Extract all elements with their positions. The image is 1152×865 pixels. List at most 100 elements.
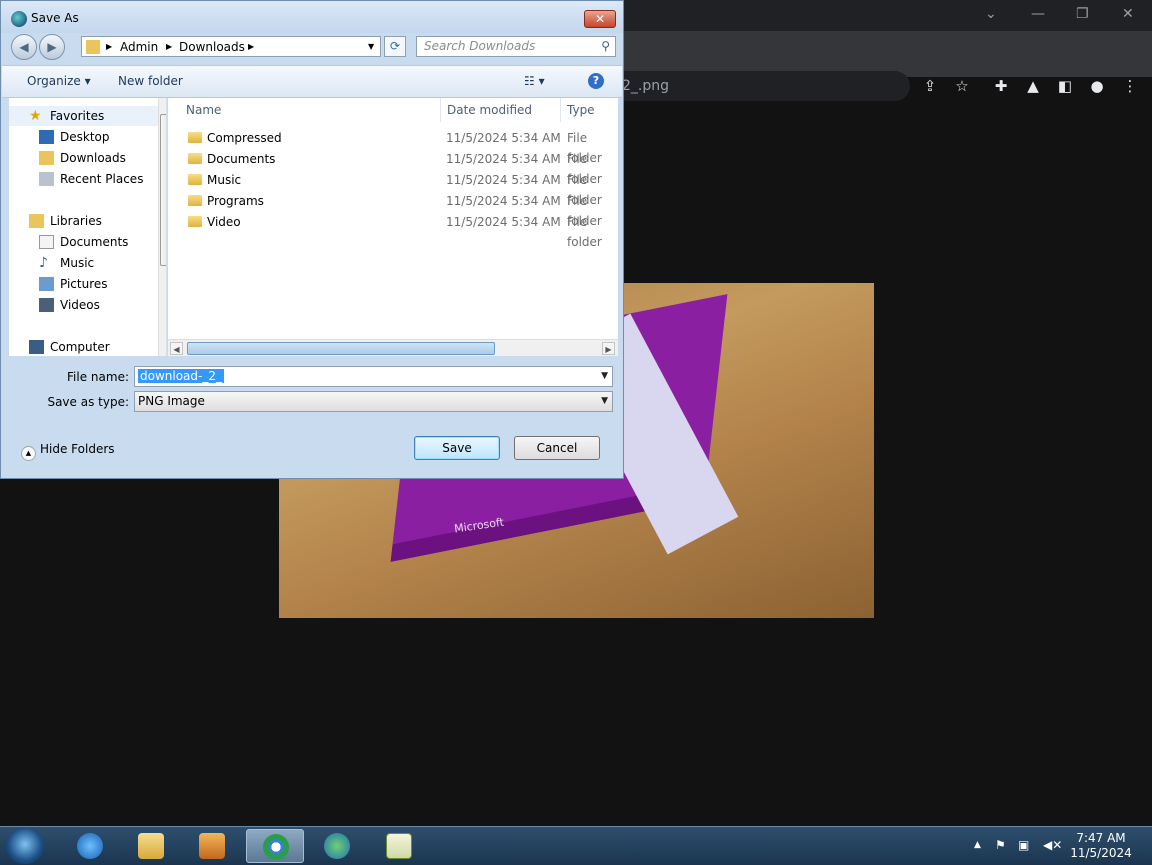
new-folder-button[interactable]: New folder bbox=[118, 74, 183, 88]
file-name-input[interactable]: download-_2_ ▼ bbox=[134, 366, 613, 387]
nav-scrollbar-thumb[interactable] bbox=[160, 114, 166, 266]
file-name: Programs bbox=[207, 194, 264, 208]
file-list: Name ˄ Date modified Type Compressed 11/… bbox=[168, 98, 618, 356]
music-icon: ♪ bbox=[39, 255, 48, 271]
scroll-right-icon[interactable]: ▶ bbox=[602, 342, 615, 355]
nav-item-label: Recent Places bbox=[60, 172, 144, 186]
search-placeholder: Search Downloads bbox=[424, 39, 536, 53]
nav-favorites-label: Favorites bbox=[50, 109, 105, 123]
column-header-name[interactable]: Name bbox=[186, 103, 221, 117]
chevron-right-icon[interactable]: ▶ bbox=[166, 42, 172, 51]
chrome-icon bbox=[263, 834, 289, 860]
chevron-right-icon[interactable]: ▶ bbox=[106, 42, 112, 51]
url-fragment: 2_.png bbox=[622, 78, 670, 94]
chevron-down-icon[interactable]: ⌄ bbox=[985, 6, 997, 22]
save-button[interactable]: Save bbox=[414, 436, 500, 460]
save-as-dialog: Save As ✕ ◀ ▶ ▶ Admin ▶ Downloads ▶ ▼ ⟳ … bbox=[0, 0, 624, 479]
organize-button[interactable]: Organize ▾ bbox=[27, 74, 91, 88]
address-bar[interactable]: 2_.png bbox=[600, 71, 910, 101]
folder-icon bbox=[188, 132, 202, 143]
nav-favorites[interactable]: ★ Favorites bbox=[9, 106, 158, 126]
star-icon: ★ bbox=[29, 108, 42, 124]
folder-icon bbox=[188, 195, 202, 206]
file-name-value: download-_2_ bbox=[138, 369, 224, 383]
chevron-right-icon[interactable]: ▶ bbox=[248, 42, 254, 51]
chevron-up-icon[interactable]: ▲ bbox=[974, 840, 981, 850]
file-name: Music bbox=[207, 173, 242, 187]
scroll-left-icon[interactable]: ◀ bbox=[170, 342, 183, 355]
breadcrumb[interactable]: ▶ Admin ▶ Downloads ▶ ▼ bbox=[81, 36, 381, 57]
command-bar: Organize ▾ New folder ☷ ▾ ? bbox=[2, 65, 622, 98]
taskbar-file-explorer[interactable] bbox=[122, 829, 180, 863]
nav-item-label: Pictures bbox=[60, 277, 108, 291]
forward-button[interactable]: ▶ bbox=[39, 34, 65, 60]
save-type-select[interactable]: PNG Image ▼ bbox=[134, 391, 613, 412]
computer-icon bbox=[29, 340, 44, 354]
column-divider[interactable] bbox=[440, 98, 441, 122]
file-type: File folder bbox=[567, 215, 602, 249]
navigation-pane: ★ Favorites Desktop Downloads Recent Pla… bbox=[9, 98, 167, 356]
breadcrumb-downloads[interactable]: Downloads bbox=[179, 40, 245, 54]
chevron-down-icon[interactable]: ▼ bbox=[601, 367, 608, 386]
scrollbar-thumb[interactable] bbox=[187, 342, 495, 355]
extensions-icon[interactable]: ✚ bbox=[991, 76, 1011, 96]
chart-notepad-icon bbox=[386, 833, 412, 859]
file-row[interactable]: Compressed 11/5/2024 5:34 AM File folder bbox=[168, 128, 618, 165]
nav-item-label: Documents bbox=[60, 235, 129, 249]
file-name: Video bbox=[207, 215, 241, 229]
start-button[interactable] bbox=[6, 828, 44, 864]
minimize-icon[interactable]: — bbox=[1031, 6, 1045, 22]
view-options-icon[interactable]: ☷ ▾ bbox=[524, 74, 545, 88]
file-date: 11/5/2024 5:34 AM bbox=[446, 215, 561, 229]
taskbar-media-player[interactable] bbox=[183, 829, 241, 863]
restore-icon[interactable]: ❐ bbox=[1076, 6, 1089, 22]
hide-folders-label: Hide Folders bbox=[40, 442, 115, 456]
column-header-date[interactable]: Date modified bbox=[447, 103, 532, 117]
back-button[interactable]: ◀ bbox=[11, 34, 37, 60]
file-row[interactable]: Video 11/5/2024 5:34 AM File folder bbox=[168, 212, 618, 249]
nav-scrollbar[interactable] bbox=[158, 98, 166, 356]
help-icon[interactable]: ? bbox=[588, 73, 604, 89]
file-row[interactable]: Music 11/5/2024 5:34 AM File folder bbox=[168, 170, 618, 207]
share-icon[interactable]: ⇪ bbox=[920, 76, 940, 96]
taskbar-download-manager[interactable] bbox=[308, 829, 366, 863]
chevron-down-icon[interactable]: ▼ bbox=[601, 392, 608, 411]
star-icon[interactable]: ☆ bbox=[952, 76, 972, 96]
hide-folders-button[interactable]: ▲ Hide Folders bbox=[21, 442, 115, 461]
taskbar-internet-explorer[interactable] bbox=[61, 829, 119, 863]
cancel-button[interactable]: Cancel bbox=[514, 436, 600, 460]
chevron-down-icon[interactable]: ▼ bbox=[368, 42, 374, 51]
file-name-label: File name: bbox=[67, 370, 129, 384]
folder-icon bbox=[188, 216, 202, 227]
file-row[interactable]: Programs 11/5/2024 5:34 AM File folder bbox=[168, 191, 618, 228]
taskbar-notepad-chart[interactable] bbox=[370, 829, 428, 863]
file-name: Documents bbox=[207, 152, 276, 166]
column-header-type[interactable]: Type bbox=[567, 103, 595, 117]
breadcrumb-admin[interactable]: Admin bbox=[120, 40, 158, 54]
dialog-close-button[interactable]: ✕ bbox=[584, 10, 616, 28]
search-input[interactable]: Search Downloads ⚲ bbox=[416, 36, 616, 57]
clock-date: 11/5/2024 bbox=[1070, 846, 1132, 860]
file-row[interactable]: Documents 11/5/2024 5:34 AM File folder bbox=[168, 149, 618, 186]
refresh-button[interactable]: ⟳ bbox=[384, 36, 406, 57]
dialog-titlebar[interactable]: Save As ✕ bbox=[1, 1, 623, 33]
system-clock[interactable]: 7:47 AM 11/5/2024 bbox=[1066, 831, 1136, 861]
search-icon: ⚲ bbox=[601, 39, 610, 53]
taskbar-chrome[interactable] bbox=[246, 829, 304, 863]
libraries-icon bbox=[29, 214, 44, 228]
file-list-scrollbar[interactable]: ◀ ▶ bbox=[168, 339, 618, 356]
close-icon[interactable]: ✕ bbox=[1122, 6, 1134, 22]
sort-up-icon: ˄ bbox=[308, 98, 312, 104]
menu-icon[interactable]: ⋮ bbox=[1120, 76, 1140, 96]
chrome-app-icon bbox=[11, 11, 27, 27]
labs-icon[interactable]: ▲ bbox=[1023, 76, 1043, 96]
taskbar: ▲ ⚑ ▣ ◀✕ 7:47 AM 11/5/2024 bbox=[0, 826, 1152, 865]
column-divider[interactable] bbox=[560, 98, 561, 122]
profile-icon[interactable]: ● bbox=[1087, 76, 1107, 96]
flag-icon[interactable]: ⚑ bbox=[995, 838, 1006, 852]
volume-muted-icon[interactable]: ◀✕ bbox=[1043, 838, 1062, 852]
network-icon[interactable]: ▣ bbox=[1018, 838, 1029, 852]
file-name: Compressed bbox=[207, 131, 282, 145]
side-panel-icon[interactable]: ◧ bbox=[1055, 76, 1075, 96]
media-player-icon bbox=[199, 833, 225, 859]
